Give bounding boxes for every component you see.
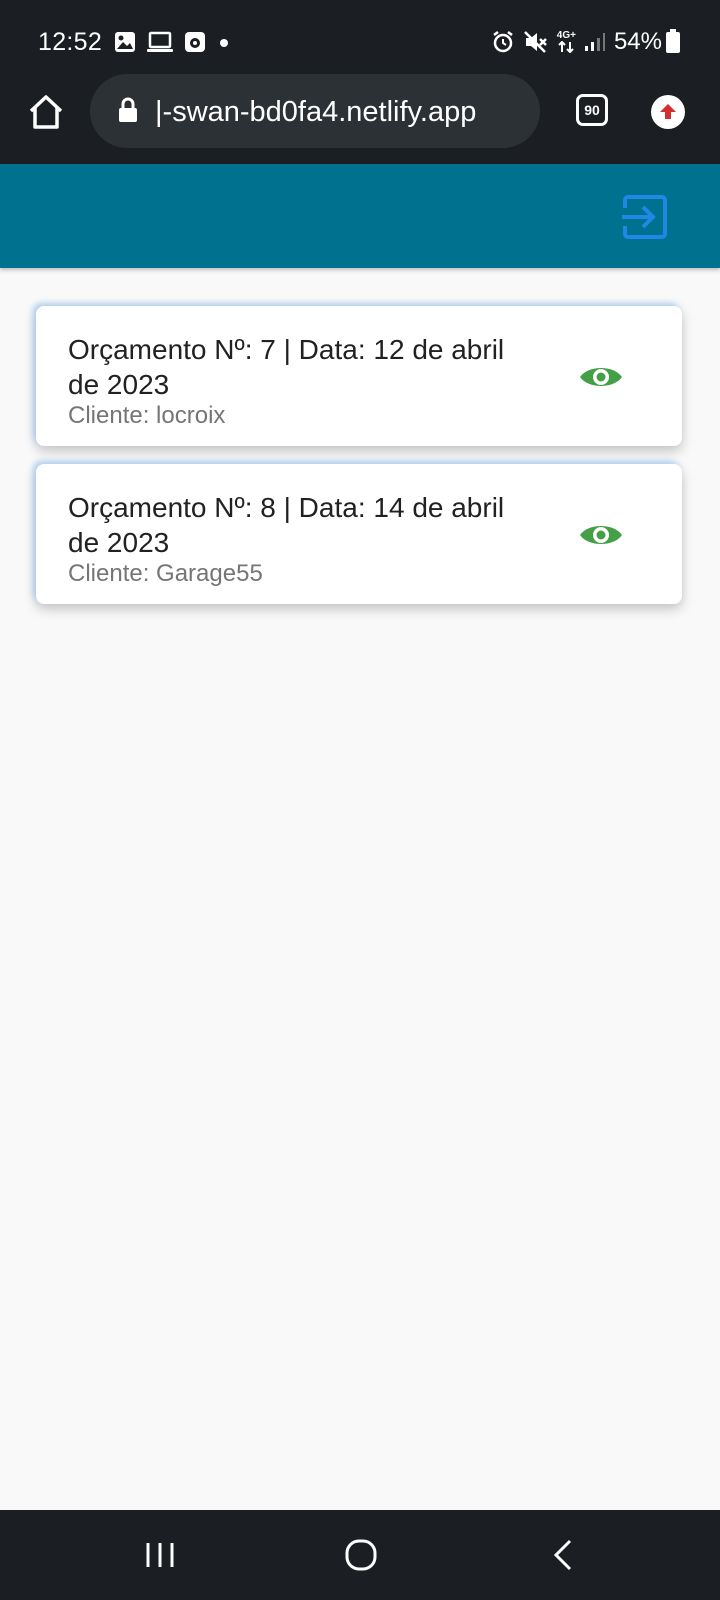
battery-percentage: 54%: [613, 28, 662, 55]
tab-count: 90: [584, 102, 600, 118]
budget-client: Cliente: locroix: [68, 402, 226, 429]
home-icon[interactable]: [26, 92, 66, 132]
screen-recorder-icon: [184, 31, 206, 53]
status-right: 4G+ 54%: [491, 22, 662, 62]
laptop-icon: [146, 31, 174, 53]
gallery-icon: [114, 31, 136, 53]
home-circle-icon[interactable]: [343, 1537, 379, 1573]
eye-icon[interactable]: [578, 520, 624, 550]
budget-card: Orçamento Nº: 7 | Data: 12 de abril de 2…: [36, 306, 682, 446]
budget-title: Orçamento Nº: 7 | Data: 12 de abril de 2…: [68, 334, 505, 400]
app-header: [0, 164, 720, 268]
signal-icon: [584, 31, 606, 53]
clock: 12:52: [38, 27, 103, 56]
status-bar: 12:52 4G+ 54%: [0, 0, 720, 80]
alarm-icon: [491, 30, 515, 54]
eye-icon[interactable]: [578, 362, 624, 392]
update-arrow-icon[interactable]: [651, 95, 685, 129]
battery-icon: [666, 29, 680, 53]
dot-icon: [216, 31, 232, 53]
mute-icon: [523, 30, 549, 54]
lock-icon: [118, 96, 138, 129]
status-left: 12:52: [38, 22, 232, 62]
network-4g-icon: 4G+: [557, 31, 576, 53]
tabs-icon[interactable]: 90: [576, 94, 608, 126]
url-text[interactable]: |-swan-bd0fa4.netlify.app: [155, 95, 527, 129]
budget-card: Orçamento Nº: 8 | Data: 14 de abril de 2…: [36, 464, 682, 604]
logout-icon[interactable]: [622, 194, 668, 240]
recent-apps-icon[interactable]: [142, 1537, 178, 1573]
budget-title: Orçamento Nº: 8 | Data: 14 de abril de 2…: [68, 492, 505, 558]
back-icon[interactable]: [546, 1537, 582, 1573]
budget-client: Cliente: Garage55: [68, 560, 263, 587]
